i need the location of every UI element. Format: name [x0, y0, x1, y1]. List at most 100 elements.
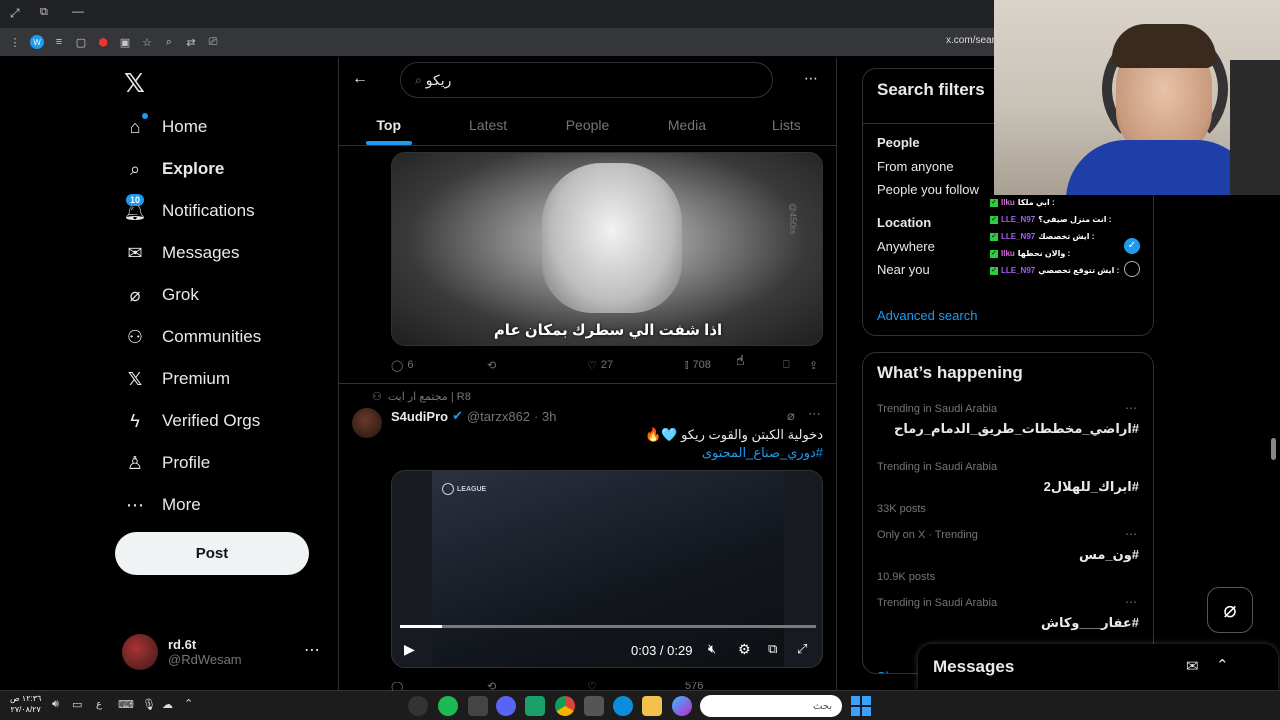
grok-floating-button[interactable]: ⌀ — [1207, 587, 1253, 633]
app-icon[interactable] — [468, 696, 488, 716]
tab-top[interactable]: Top — [339, 104, 438, 145]
x-logo-icon[interactable]: 𝕏 — [124, 68, 145, 99]
repost-button[interactable]: ⟲ — [487, 359, 496, 372]
trend-more-icon[interactable]: ⋯ — [1125, 401, 1137, 415]
community-name[interactable]: مجتمع ار ايت | R8 — [388, 390, 471, 403]
edge-app-icon[interactable] — [613, 696, 633, 716]
advanced-search-link[interactable]: Advanced search — [877, 308, 977, 323]
settings-gear-icon[interactable]: ⚙ — [738, 641, 751, 658]
video-progress-track[interactable] — [400, 625, 816, 628]
app-icon[interactable] — [525, 696, 545, 716]
tweet-image[interactable]: @450rs اذا شفت الي سطرك بمكان عام — [391, 152, 823, 346]
nav-notifications[interactable]: 🔔︎ 10 Notifications — [108, 190, 338, 232]
more-icon[interactable]: ⋯ — [304, 640, 320, 660]
reader-icon[interactable]: ≡ — [52, 35, 66, 49]
views-button[interactable]: ⫾ 708 — [685, 359, 711, 372]
menu-dots-icon[interactable]: ⋮ — [8, 35, 22, 49]
page-scrollbar[interactable] — [1271, 438, 1276, 460]
nav-messages[interactable]: ✉ Messages — [108, 232, 338, 274]
reply-icon[interactable]: ◯ — [391, 682, 403, 690]
reply-button[interactable]: ◯ 6 — [391, 359, 413, 372]
translate-icon[interactable]: ⇄ — [184, 35, 198, 49]
anywhere-radio[interactable]: ✓ — [1124, 238, 1140, 254]
clock[interactable]: ١٢:٣٦ ص ٢٧/٠٨/٢٧ — [10, 693, 41, 715]
like-button[interactable]: ♡ 27 — [587, 359, 613, 372]
language-indicator[interactable]: ع — [96, 699, 102, 710]
keyboard-icon[interactable]: ⌨ — [118, 698, 134, 711]
play-icon[interactable]: ▶ — [404, 641, 415, 658]
near-you-radio[interactable] — [1124, 261, 1140, 277]
nav-communities[interactable]: ⚇ Communities — [108, 316, 338, 358]
tweet-avatar[interactable] — [352, 408, 382, 438]
expand-chevron-icon[interactable]: ⌃ — [1216, 656, 1229, 674]
network-icon[interactable]: ▭ — [72, 698, 82, 711]
fullscreen-icon[interactable]: ⤢ — [797, 641, 807, 657]
anywhere-option[interactable]: Anywhere — [877, 239, 935, 254]
trend-item[interactable]: Only on X · Trending ⋯ #ون_مس 10.9K post… — [863, 527, 1153, 595]
post-button[interactable]: Post — [115, 532, 309, 575]
back-window-icon[interactable]: ⤢ — [10, 6, 20, 21]
trend-item[interactable]: Trending in Saudi Arabia ⋯ #اراضي_مخططات… — [863, 401, 1153, 459]
start-windows-icon[interactable] — [851, 696, 871, 716]
restore-icon[interactable]: ⧉ — [40, 6, 48, 19]
tray-chevron-icon[interactable]: ⌃ — [184, 697, 193, 710]
nav-home[interactable]: ⌂ Home — [108, 106, 338, 148]
obs-app-icon[interactable] — [408, 696, 428, 716]
back-arrow-icon[interactable]: ← — [352, 70, 368, 88]
star-icon[interactable]: ☆ — [140, 35, 154, 49]
adblock-icon[interactable]: ⬢ — [96, 35, 110, 49]
pip-icon[interactable]: ⧉ — [768, 641, 777, 657]
account-switcher[interactable]: rd.6t @RdWesam ⋯ — [122, 630, 332, 674]
view-count[interactable]: 576 — [685, 682, 703, 690]
grok-explain-icon[interactable]: ⌀ — [787, 408, 795, 424]
tab-lists[interactable]: Lists — [737, 104, 836, 145]
puzzle-icon[interactable]: ▢ — [74, 35, 88, 49]
cast-icon[interactable]: ⎚ — [206, 35, 220, 49]
share-button[interactable]: ⇪ — [809, 359, 818, 372]
nav-profile[interactable]: ♙ Profile — [108, 442, 338, 484]
chrome-app-icon[interactable] — [555, 696, 575, 716]
calculator-app-icon[interactable] — [584, 696, 604, 716]
near-you-option[interactable]: Near you — [877, 262, 930, 277]
tweet-author-handle[interactable]: @tarzx862 — [467, 409, 530, 424]
tab-people[interactable]: People — [538, 104, 637, 145]
nav-explore[interactable]: ⌕ Explore — [108, 148, 338, 190]
address-bar[interactable]: x.com/sear — [946, 35, 995, 46]
cloud-icon[interactable]: ☁ — [162, 698, 173, 711]
explorer-app-icon[interactable] — [642, 696, 662, 716]
nav-premium[interactable]: 𝕏 Premium — [108, 358, 338, 400]
tweet-video[interactable]: LEAGUE ▶ 0:03 / 0:29 🔇︎ ⚙ ⧉ ⤢ — [391, 470, 823, 668]
from-anyone-option[interactable]: From anyone — [877, 159, 954, 174]
nav-grok[interactable]: ⌀ Grok — [108, 274, 338, 316]
minimize-icon[interactable]: — — [72, 4, 84, 18]
heart-icon[interactable]: ♡ — [587, 682, 597, 690]
microphone-icon[interactable]: 🎙︎ — [142, 698, 156, 711]
zoom-icon[interactable]: ⌕ — [162, 35, 176, 49]
discord-app-icon[interactable] — [496, 696, 516, 716]
tweet-author-name[interactable]: S4udiPro — [391, 409, 448, 424]
screenshot-icon[interactable]: ▣ — [118, 35, 132, 49]
nav-verified-orgs[interactable]: ϟ Verified Orgs — [108, 400, 338, 442]
tweet-time[interactable]: · 3h — [534, 409, 556, 424]
spotify-app-icon[interactable] — [438, 696, 458, 716]
new-message-icon[interactable]: ✉ — [1186, 657, 1199, 675]
search-input[interactable]: ⌕ ريكو — [400, 62, 773, 98]
repost-icon[interactable]: ⟲ — [487, 682, 496, 690]
bookmark-button[interactable]: ⎕ — [783, 359, 790, 372]
extension-icon[interactable]: W — [30, 35, 44, 49]
people-you-follow-option[interactable]: People you follow — [877, 182, 979, 197]
messages-drawer[interactable]: Messages ✉ ⌃ — [918, 644, 1278, 690]
trend-more-icon[interactable]: ⋯ — [1125, 527, 1137, 541]
taskbar-search-input[interactable]: بحث — [700, 695, 842, 717]
trend-item[interactable]: Trending in Saudi Arabia #ابراك_للهلال2 … — [863, 459, 1153, 527]
search-settings-icon[interactable]: ⋯ — [804, 70, 818, 87]
nav-more[interactable]: ⋯ More — [108, 484, 338, 526]
mute-icon[interactable]: 🔇︎ — [708, 641, 716, 657]
sound-icon[interactable]: 🔊︎ — [52, 698, 59, 711]
tab-media[interactable]: Media — [637, 104, 736, 145]
tab-latest[interactable]: Latest — [438, 104, 537, 145]
tweet-more-icon[interactable]: ⋯ — [808, 406, 821, 422]
trend-more-icon[interactable]: ⋯ — [1125, 595, 1137, 609]
copilot-app-icon[interactable] — [672, 696, 692, 716]
tweet-hashtag[interactable]: #دوري_صناع_المحتوى — [391, 445, 823, 461]
